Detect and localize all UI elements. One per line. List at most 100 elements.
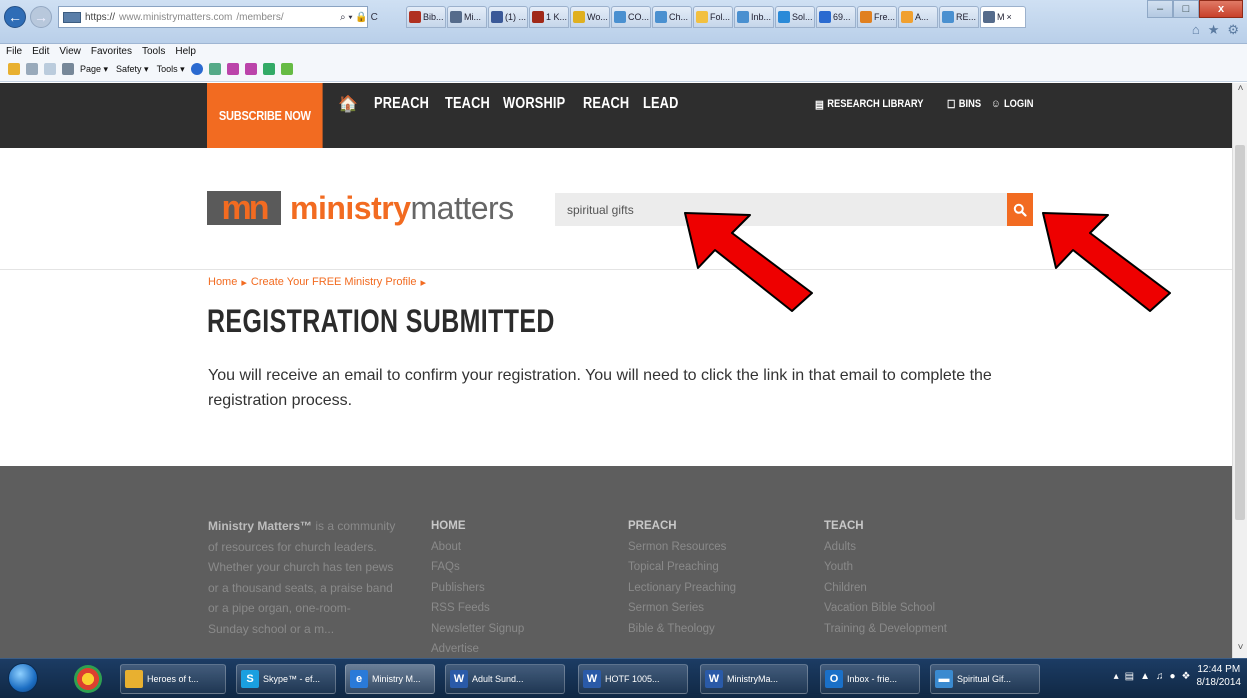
search-button[interactable] bbox=[1007, 193, 1033, 226]
subscribe-now-button[interactable]: SUBSCRIBE NOW bbox=[207, 83, 323, 148]
addon5-cmd-icon[interactable] bbox=[280, 63, 293, 75]
tray-app-icon[interactable]: ● bbox=[1169, 671, 1175, 682]
taskbar-item[interactable]: W MinistryMa... bbox=[700, 664, 808, 694]
signal-icon[interactable]: ▲ bbox=[1140, 671, 1150, 682]
network-icon[interactable]: ▤ bbox=[1125, 671, 1134, 682]
forward-button[interactable]: → bbox=[30, 6, 52, 28]
footer-link[interactable]: Vacation Bible School bbox=[824, 598, 947, 619]
minimize-button[interactable]: – bbox=[1147, 0, 1173, 18]
command-item[interactable]: Safety ▾ bbox=[116, 64, 149, 75]
mail-cmd-icon[interactable] bbox=[44, 63, 56, 75]
start-button[interactable] bbox=[8, 663, 38, 693]
footer-link[interactable]: Bible & Theology bbox=[628, 619, 736, 640]
help-cmd-icon[interactable] bbox=[190, 63, 203, 75]
research-library-link[interactable]: ▤ RESEARCH LIBRARY bbox=[815, 98, 924, 111]
address-bar[interactable]: https://www.ministrymatters.com/members/ bbox=[58, 6, 368, 28]
clock[interactable]: 12:44 PM 8/18/2014 bbox=[1197, 663, 1242, 689]
footer-link[interactable]: RSS Feeds bbox=[431, 598, 524, 619]
scroll-thumb[interactable] bbox=[1235, 145, 1245, 520]
browser-tab[interactable]: (1) ... bbox=[488, 6, 528, 28]
nav-teach[interactable]: TEACH bbox=[445, 95, 490, 113]
favorites-star-icon[interactable]: ★ bbox=[1208, 22, 1220, 38]
settings-gear-icon[interactable]: ⚙ bbox=[1227, 22, 1239, 38]
footer-link[interactable]: Newsletter Signup bbox=[431, 619, 524, 640]
tray-app2-icon[interactable]: ❖ bbox=[1182, 671, 1191, 682]
maximize-button[interactable]: □ bbox=[1173, 0, 1199, 18]
nav-reach[interactable]: REACH bbox=[583, 95, 629, 113]
addon3-cmd-icon[interactable] bbox=[244, 63, 257, 75]
tray-expand-icon[interactable]: ▴ bbox=[1114, 671, 1119, 682]
browser-tab[interactable]: Wo... bbox=[570, 6, 610, 28]
vertical-scrollbar[interactable]: ˄ ˅ bbox=[1232, 83, 1247, 658]
footer-link[interactable]: FAQs bbox=[431, 557, 524, 578]
browser-tab[interactable]: Fre... bbox=[857, 6, 897, 28]
chrome-pinned-icon[interactable] bbox=[74, 665, 102, 693]
browser-tab[interactable]: Fol... bbox=[693, 6, 733, 28]
menu-row: File Edit View Favorites Tools Help bbox=[6, 46, 196, 57]
tab-close-icon[interactable]: × bbox=[1007, 12, 1012, 22]
browser-tab[interactable]: A... bbox=[898, 6, 938, 28]
footer-link[interactable]: Sermon Resources bbox=[628, 537, 736, 558]
tab-favicon-icon bbox=[655, 11, 667, 23]
browser-tab[interactable]: 69... bbox=[816, 6, 856, 28]
home-page-icon[interactable]: ⌂ bbox=[1192, 22, 1200, 38]
footer-link[interactable]: Lectionary Preaching bbox=[628, 578, 736, 599]
home-cmd-icon[interactable] bbox=[8, 63, 20, 75]
menu-item[interactable]: Help bbox=[175, 46, 196, 57]
footer-link[interactable]: Topical Preaching bbox=[628, 557, 736, 578]
footer-link[interactable]: Adults bbox=[824, 537, 947, 558]
browser-tab[interactable]: RE... bbox=[939, 6, 979, 28]
addon2-cmd-icon[interactable] bbox=[226, 63, 239, 75]
login-link[interactable]: ☺ LOGIN bbox=[991, 98, 1034, 110]
taskbar-item[interactable]: ▬ Spiritual Gif... bbox=[930, 664, 1040, 694]
menu-item[interactable]: View bbox=[59, 46, 81, 57]
home-icon[interactable]: 🏠 bbox=[338, 94, 358, 114]
browser-tab[interactable]: CO... bbox=[611, 6, 651, 28]
close-window-button[interactable]: x bbox=[1199, 0, 1243, 18]
site-logo[interactable]: mn ministrymatters bbox=[207, 188, 514, 228]
menu-item[interactable]: File bbox=[6, 46, 22, 57]
back-button[interactable]: ← bbox=[4, 6, 26, 28]
command-item[interactable]: Page ▾ bbox=[80, 64, 108, 75]
addon1-cmd-icon[interactable] bbox=[208, 63, 221, 75]
footer-link[interactable]: About bbox=[431, 537, 524, 558]
footer-link[interactable]: Training & Development bbox=[824, 619, 947, 640]
print-cmd-icon[interactable] bbox=[62, 63, 74, 75]
breadcrumb-home[interactable]: Home bbox=[208, 276, 237, 289]
nav-lead[interactable]: LEAD bbox=[643, 95, 678, 113]
browser-tab[interactable]: Mi... bbox=[447, 6, 487, 28]
browser-tab[interactable]: Bib... bbox=[406, 6, 446, 28]
address-tools[interactable]: ⌕ ▾ 🔒 C bbox=[340, 6, 378, 28]
taskbar-item[interactable]: Heroes of t... bbox=[120, 664, 226, 694]
menu-item[interactable]: Favorites bbox=[91, 46, 132, 57]
menu-item[interactable]: Edit bbox=[32, 46, 49, 57]
footer-link[interactable]: Youth bbox=[824, 557, 947, 578]
footer-link[interactable]: Publishers bbox=[431, 578, 524, 599]
feeds-cmd-icon[interactable] bbox=[26, 63, 38, 75]
volume-icon[interactable]: ♫ bbox=[1156, 671, 1164, 682]
nav-worship[interactable]: WORSHIP bbox=[503, 95, 565, 113]
taskbar-item[interactable]: W Adult Sund... bbox=[445, 664, 565, 694]
browser-tab[interactable]: 1 K... bbox=[529, 6, 569, 28]
browser-tab[interactable]: Sol... bbox=[775, 6, 815, 28]
taskbar-item[interactable]: O Inbox - frie... bbox=[820, 664, 920, 694]
browser-tab[interactable]: Inb... bbox=[734, 6, 774, 28]
taskbar-item[interactable]: e Ministry M... bbox=[345, 664, 435, 694]
menu-item[interactable]: Tools bbox=[142, 46, 165, 57]
tab-label: 69... bbox=[833, 12, 851, 22]
nav-preach[interactable]: PREACH bbox=[374, 95, 429, 113]
footer-link[interactable]: Advertise bbox=[431, 639, 524, 658]
taskbar-item[interactable]: W HOTF 1005... bbox=[578, 664, 688, 694]
breadcrumb-create-profile[interactable]: Create Your FREE Ministry Profile bbox=[251, 276, 417, 289]
footer-link[interactable]: Children bbox=[824, 578, 947, 599]
site-favicon-icon bbox=[63, 11, 81, 23]
addon4-cmd-icon[interactable] bbox=[262, 63, 275, 75]
browser-tab-active[interactable]: M × bbox=[980, 6, 1026, 28]
browser-tab[interactable]: Ch... bbox=[652, 6, 692, 28]
taskbar-item[interactable]: S Skype™ - ef... bbox=[236, 664, 336, 694]
command-item[interactable]: Tools ▾ bbox=[157, 64, 185, 75]
footer-link[interactable]: Sermon Series bbox=[628, 598, 736, 619]
bins-link[interactable]: ☐ BINS bbox=[947, 98, 981, 111]
scroll-up-icon[interactable]: ˄ bbox=[1233, 83, 1247, 99]
scroll-down-icon[interactable]: ˅ bbox=[1233, 642, 1247, 658]
